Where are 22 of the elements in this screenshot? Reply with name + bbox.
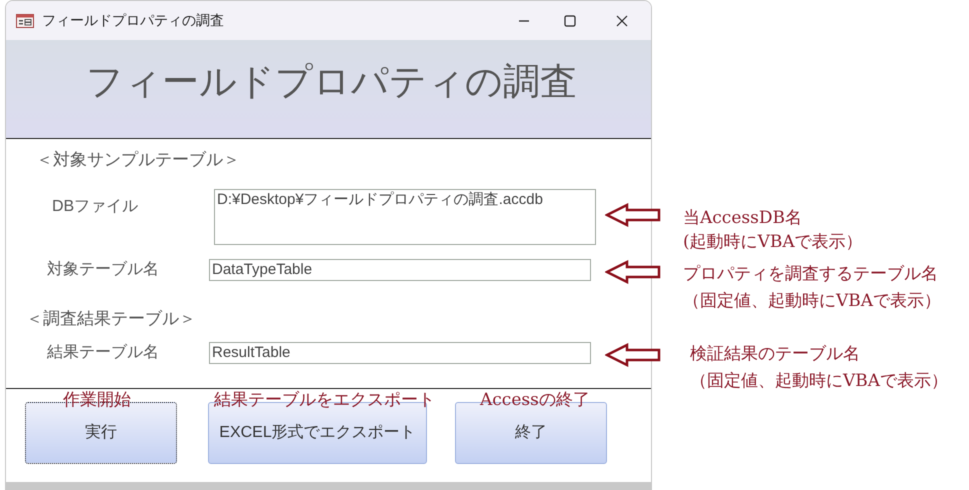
form-icon [16, 14, 34, 28]
arrow-icon [605, 260, 661, 284]
close-icon[interactable] [616, 14, 628, 26]
text-field[interactable]: D:¥Desktop¥フィールドプロパティの調査.accdb [214, 189, 596, 245]
annotation-text: 当AccessDB名 [683, 207, 802, 229]
text-field[interactable]: ResultTable [209, 342, 591, 364]
annotation-text: （固定値、起動時にVBAで表示） [683, 290, 942, 312]
window-title: フィールドプロパティの調査 [42, 11, 224, 30]
text-field[interactable]: DataTypeTable [209, 259, 591, 281]
field-label: 結果テーブル名 [47, 342, 160, 363]
annotation-text: 検証結果のテーブル名 [690, 343, 860, 365]
field-label: 対象テーブル名 [47, 260, 160, 280]
annotation-text: プロパティを調査するテーブル名 [683, 263, 938, 285]
section-heading: ＜調査結果テーブル＞ [26, 309, 197, 329]
form-title: フィールドプロパティの調査 [86, 60, 577, 104]
arrow-icon [605, 343, 661, 367]
annotation-text: （固定値、起動時にVBAで表示） [690, 370, 948, 392]
section-heading: ＜対象サンプルテーブル＞ [36, 150, 241, 170]
maximize-icon[interactable] [564, 14, 576, 26]
arrow-icon [605, 203, 661, 227]
field-label: DBファイル [52, 197, 140, 217]
annotation-text: (起動時にVBAで表示） [683, 231, 863, 253]
